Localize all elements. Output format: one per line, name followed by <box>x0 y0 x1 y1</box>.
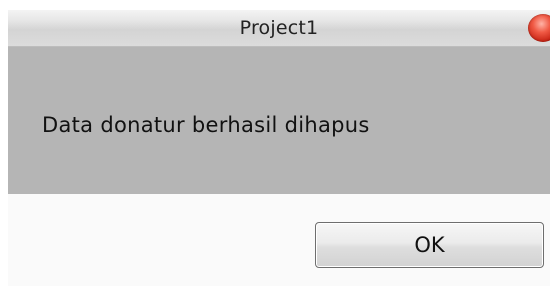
message-text: Data donatur berhasil dihapus <box>42 113 370 137</box>
close-icon[interactable] <box>528 14 550 42</box>
message-dialog: Project1 Data donatur berhasil dihapus O… <box>0 0 550 286</box>
title-bar[interactable]: Project1 <box>8 10 550 47</box>
ok-button[interactable]: OK <box>315 222 544 268</box>
message-area: Data donatur berhasil dihapus <box>8 47 550 194</box>
button-area: OK <box>8 194 550 286</box>
window-title: Project1 <box>239 17 319 39</box>
